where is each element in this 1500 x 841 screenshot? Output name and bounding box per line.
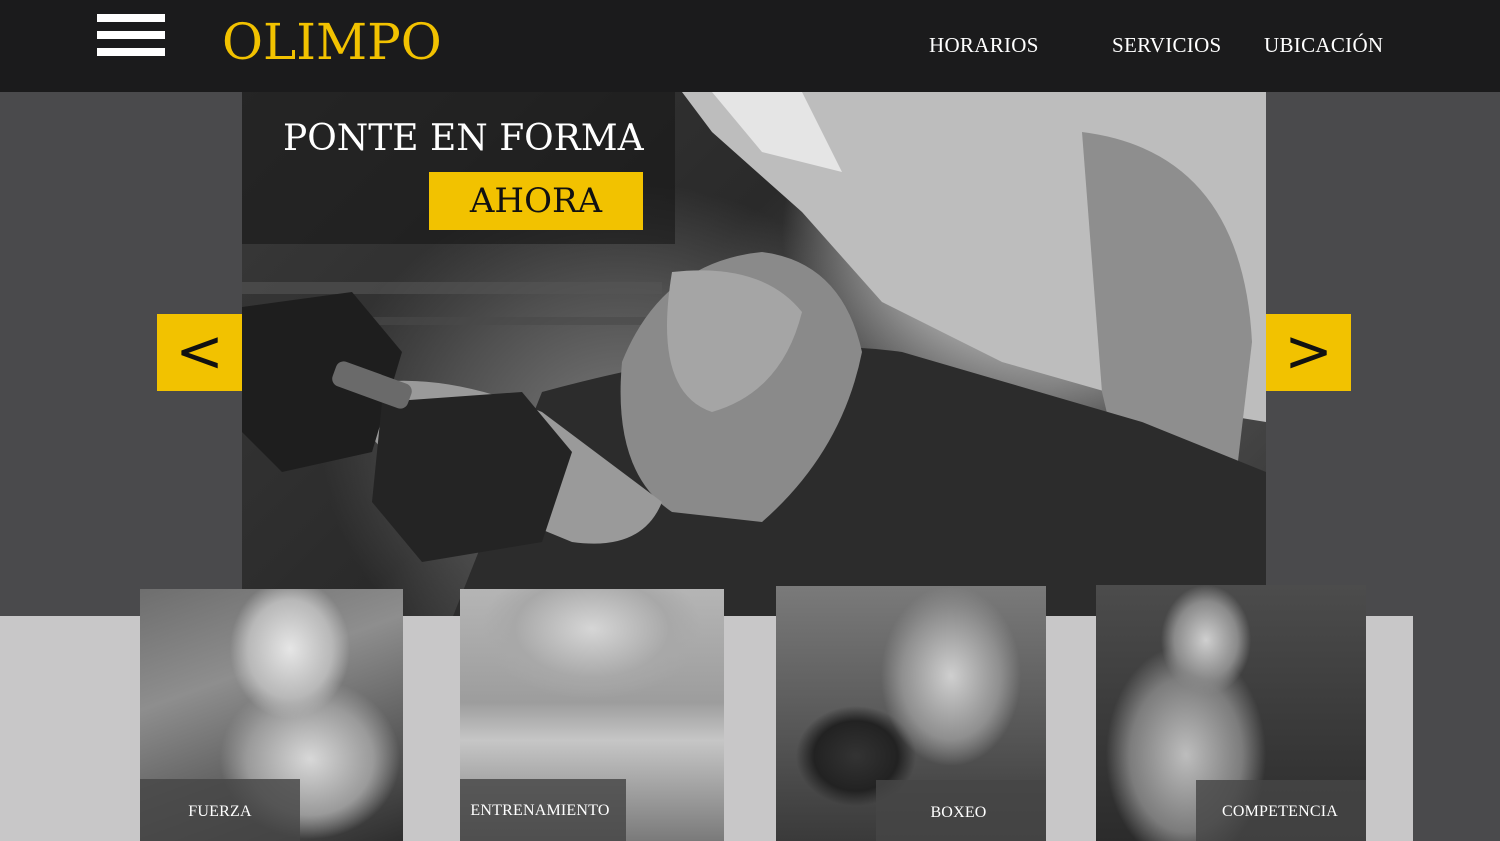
card-boxeo[interactable]: BOXEO <box>776 586 1046 841</box>
card-fuerza[interactable]: FUERZA <box>140 589 403 841</box>
nav-link-ubicacion[interactable]: UBICACIÓN <box>1264 32 1383 58</box>
hero-headline: PONTE EN FORMA <box>283 118 644 159</box>
carousel-next-button[interactable]: > <box>1266 314 1351 391</box>
brand-logo[interactable]: OLIMPO <box>222 12 442 72</box>
hero-slide: PONTE EN FORMA AHORA <box>242 92 1266 644</box>
hamburger-line <box>97 14 165 22</box>
card-competencia[interactable]: COMPETENCIA <box>1096 585 1366 841</box>
top-navigation-bar: OLIMPO HORARIOS SERVICIOS UBICACIÓN <box>0 0 1500 92</box>
cta-ahora-button[interactable]: AHORA <box>429 172 643 230</box>
card-label-entrenamiento: ENTRENAMIENTO <box>470 802 610 819</box>
hamburger-line <box>97 48 165 56</box>
card-label-competencia: COMPETENCIA <box>1222 803 1338 820</box>
hamburger-menu-icon[interactable] <box>97 14 165 56</box>
nav-link-horarios[interactable]: HORARIOS <box>929 32 1039 58</box>
chevron-left-icon: < <box>175 317 224 385</box>
card-entrenamiento[interactable]: ENTRENAMIENTO <box>460 589 724 841</box>
carousel-prev-button[interactable]: < <box>157 314 242 391</box>
headline-overlay: PONTE EN FORMA AHORA <box>242 92 675 244</box>
chevron-right-icon: > <box>1284 317 1333 385</box>
card-label-boxeo: BOXEO <box>930 804 987 821</box>
nav-link-servicios[interactable]: SERVICIOS <box>1112 32 1222 58</box>
hamburger-line <box>97 31 165 39</box>
card-label-fuerza: FUERZA <box>188 803 252 820</box>
